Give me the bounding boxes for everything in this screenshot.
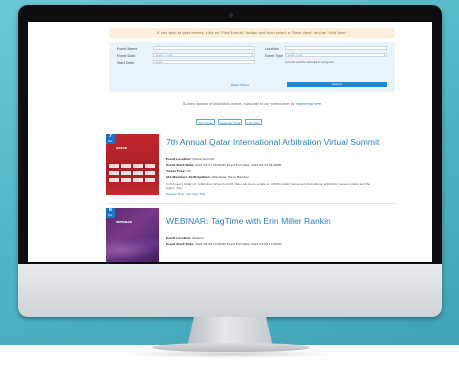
reset-filters-button[interactable]: Reset filters (231, 83, 249, 87)
filter-label-event-name: Event Name (117, 47, 138, 51)
register-now-link[interactable]: Register Now (166, 192, 184, 196)
event-dates: Event Start Date: 2021-03-08 10:00AM Eve… (166, 242, 282, 246)
calendar-view-button[interactable]: Calendar View (218, 119, 242, 125)
event-date-select[interactable]: Select a date ▾ (153, 53, 255, 57)
date-badge: 7 Mar (106, 134, 115, 144)
monitor-chin (18, 264, 442, 317)
divider (109, 203, 395, 204)
event-participation: IAA Members Participation: Attendees, Pa… (166, 175, 249, 179)
camera-icon (229, 13, 233, 17)
register-link[interactable]: registering here (296, 102, 321, 106)
event-thumbnail[interactable]: 8 Mar WEBINAR (106, 208, 159, 262)
event-title[interactable]: 7th Annual Qatar International Arbitrati… (166, 137, 379, 147)
location-input[interactable] (285, 46, 387, 50)
event-fees: Ticket Fees: QR (166, 169, 191, 173)
event-location: Event Location: Virtual Summit (166, 157, 214, 161)
search-button[interactable]: Search (287, 82, 387, 87)
chevron-down-icon: ▾ (251, 54, 253, 57)
notice-banner: If you wish to post events, click on "Fi… (109, 28, 395, 38)
date-badge: 8 Mar (106, 208, 115, 218)
event-type-select[interactable]: Select type ▾ (285, 53, 387, 57)
include-checkbox-label[interactable]: Include events allowed to program (285, 60, 334, 64)
filter-label-event-date: Event Date (117, 54, 136, 58)
chevron-down-icon: ▾ (383, 54, 385, 57)
thumbnail-logo-row (109, 164, 156, 168)
event-dates: Event Start Date: 2021-03-07 08:00AM Eve… (166, 163, 282, 167)
see-more-link[interactable]: See more Text (186, 192, 205, 196)
event-title[interactable]: WEBINAR: TagTime with Erin Miller Rankin (166, 216, 331, 226)
thumbnail-logo-row (109, 178, 156, 182)
screen: If you wish to post events, click on "Fi… (28, 22, 432, 262)
event-location: Event Location: Webinar (166, 236, 205, 240)
subscribe-text: To keep abreast of Arbitration events, s… (182, 102, 322, 106)
filter-label-event-type: Event Type (265, 54, 284, 58)
thumbnail-logo-row (109, 171, 156, 175)
event-name-input[interactable] (153, 46, 255, 50)
event-thumbnail[interactable]: 7 Mar QATAR (106, 134, 159, 195)
start-date-input[interactable]: Select (153, 60, 255, 64)
filter-label-start-date: Start Date (117, 61, 134, 65)
filter-panel: Event Name Event Date Select a date ▾ Sta… (109, 42, 395, 92)
thumbnail-title: QATAR (116, 146, 128, 150)
list-view-button[interactable]: List View (245, 119, 262, 125)
grid-view-button[interactable]: Grid View (196, 119, 215, 125)
event-description: In this year's Qatar Int. Arbitration Vi… (166, 182, 371, 190)
thumbnail-title: WEBINAR (116, 220, 132, 224)
filter-label-location: Location (265, 47, 279, 51)
thumbnail-graphic (106, 238, 159, 258)
monitor-base (152, 343, 310, 352)
